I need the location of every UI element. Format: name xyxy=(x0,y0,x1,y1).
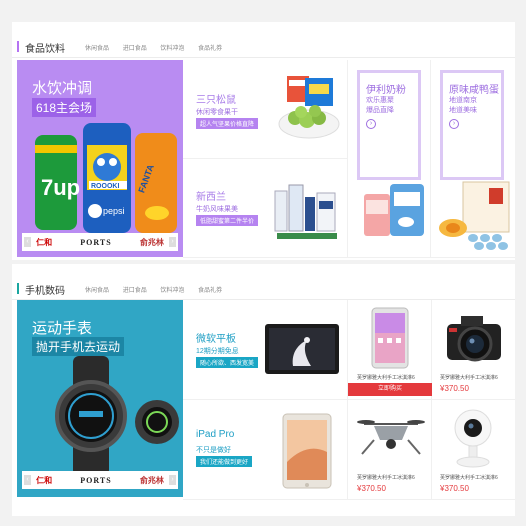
brand-logo[interactable]: 仁和 xyxy=(36,237,52,248)
product-price: ¥370.50 xyxy=(440,384,469,393)
brand-strip: ‹ 仁和 PORTS 俞兆林 › xyxy=(22,471,178,489)
section-title: 食品饮料 xyxy=(25,44,65,55)
promo-frame: 原味咸鸭蛋 地道南京 地道美味 › xyxy=(440,70,504,180)
promo-card-milk-powder[interactable]: 伊利奶粉 欢乐惠聚 爆品直降 › xyxy=(348,60,431,258)
brand-logo[interactable]: 俞兆林 xyxy=(140,475,164,486)
dslr-camera-image xyxy=(447,316,501,362)
can-label-pepsi: pepsi xyxy=(103,206,125,216)
section-title: 手机数码 xyxy=(25,286,65,297)
section-header: 手机数码 休闲食品 进口食品 饮料冲泡 食品礼券 xyxy=(12,264,515,300)
salted-egg-image xyxy=(439,181,510,250)
promo-title: 三只松鼠 xyxy=(196,95,236,106)
promo-subtitle: 爆品直降 xyxy=(366,107,394,114)
banner-headline: 运动手表 xyxy=(32,320,93,337)
next-arrow-icon[interactable]: › xyxy=(169,237,176,247)
category-nav: 休闲食品 进口食品 饮料冲泡 食品礼券 xyxy=(85,43,234,52)
prev-arrow-icon[interactable]: ‹ xyxy=(24,475,31,485)
android-tablet-image xyxy=(371,307,409,369)
product-card-tablet[interactable]: 芙罗娜雅大利手工冰淇淋6 立即购买 xyxy=(348,300,432,400)
promo-title: 原味咸鸭蛋 xyxy=(449,85,499,96)
promo-card-squirrel[interactable]: 三只松鼠 休闲零食果干 超人气坚果价格直降 xyxy=(183,60,348,159)
promo-subtitle: 休闲零食果干 xyxy=(196,109,238,116)
category-nav: 休闲食品 进口食品 饮料冲泡 食品礼券 xyxy=(85,285,234,294)
can-label-7up: 7up xyxy=(41,175,80,200)
nav-link[interactable]: 休闲食品 xyxy=(85,46,109,52)
promo-title: 微软平板 xyxy=(196,334,236,345)
can-label-rooki: ROOOKI xyxy=(91,183,119,190)
drone-image xyxy=(357,420,425,455)
buy-now-button[interactable]: 立即购买 xyxy=(348,383,432,396)
promo-subtitle: 12期分期免息 xyxy=(196,348,239,355)
product-card-camera[interactable]: 芙罗娜雅大利手工冰淇淋6 ¥370.50 xyxy=(431,300,515,400)
nav-link[interactable]: 进口食品 xyxy=(123,46,147,52)
brand-strip: ‹ 仁和 PORTS 俞兆林 › xyxy=(22,233,178,251)
product-name: 芙罗娜雅大利手工冰淇淋6 xyxy=(440,375,498,381)
promo-subtitle: 地道南京 xyxy=(449,97,477,104)
promo-subtitle: 不只是做好 xyxy=(196,447,231,454)
promo-title: 伊利奶粉 xyxy=(366,85,406,96)
section-header: 食品饮料 休闲食品 进口食品 饮料冲泡 食品礼券 xyxy=(12,22,515,58)
promo-tag: 我们还能做到更好 xyxy=(196,456,253,467)
surface-tablet-image xyxy=(265,324,339,374)
milk-boxes-image xyxy=(274,184,337,239)
food-section: 食品饮料 休闲食品 进口食品 饮料冲泡 食品礼券 水饮冲调 618主会场 7up… xyxy=(12,22,515,260)
promo-title: iPad Pro xyxy=(196,429,235,440)
product-name: 芙罗娜雅大利手工冰淇淋6 xyxy=(440,475,498,481)
nav-link[interactable]: 休闲食品 xyxy=(85,288,109,294)
soda-cans-image: 7up ROOOKI pepsi FANTA xyxy=(35,123,177,233)
title-accent-bar xyxy=(17,41,19,52)
product-card-webcam[interactable]: 芙罗娜雅大利手工冰淇淋6 ¥370.50 xyxy=(431,400,515,500)
promo-card-newzealand[interactable]: 新西兰 牛奶风味果美 低脂甜蜜第二件半价 xyxy=(183,159,348,258)
product-card-drone[interactable]: 芙罗娜雅大利手工冰淇淋6 ¥370.50 xyxy=(348,400,432,500)
brand-logo[interactable]: 俞兆林 xyxy=(140,237,164,248)
promo-card-ipad[interactable]: iPad Pro 不只是做好 我们还能做到更好 xyxy=(183,400,348,500)
promo-card-surface[interactable]: 微软平板 12期分期免息 随心所欲、西发宽美 xyxy=(183,300,348,400)
product-name: 芙罗娜雅大利手工冰淇淋6 xyxy=(357,475,415,481)
promo-tag: 低脂甜蜜第二件半价 xyxy=(196,215,259,226)
prev-arrow-icon[interactable]: ‹ xyxy=(24,237,31,247)
sports-watch-image xyxy=(55,356,179,476)
brand-logo[interactable]: PORTS xyxy=(80,238,111,247)
title-accent-bar xyxy=(17,283,19,294)
promo-frame: 伊利奶粉 欢乐惠聚 爆品直降 › xyxy=(357,70,421,180)
promo-subtitle: 牛奶风味果美 xyxy=(196,206,238,213)
next-arrow-icon[interactable]: › xyxy=(169,475,176,485)
nav-link[interactable]: 食品礼券 xyxy=(198,46,222,52)
ipad-image xyxy=(282,413,332,489)
banner-subheadline: 抛开手机去运动 xyxy=(32,337,125,356)
nav-link[interactable]: 食品礼券 xyxy=(198,288,222,294)
promo-subtitle: 欢乐惠聚 xyxy=(366,97,394,104)
promo-card-salted-egg[interactable]: 原味咸鸭蛋 地道南京 地道美味 › xyxy=(431,60,515,258)
promo-tag: 随心所欲、西发宽美 xyxy=(196,357,259,368)
food-banner[interactable]: 水饮冲调 618主会场 7up ROOOKI pepsi FANTA ‹ 仁和 … xyxy=(17,60,183,257)
promo-title: 新西兰 xyxy=(196,192,226,203)
chevron-right-icon[interactable]: › xyxy=(366,119,376,129)
milk-powder-image xyxy=(364,184,424,236)
product-price: ¥370.50 xyxy=(440,484,469,493)
promo-tag: 超人气坚果价格直降 xyxy=(196,118,259,129)
banner-headline: 水饮冲调 xyxy=(32,80,93,97)
digital-section: 手机数码 休闲食品 进口食品 饮料冲泡 食品礼券 运动手表 抛开手机去运动 ‹ … xyxy=(12,264,515,516)
product-price: ¥370.50 xyxy=(357,484,386,493)
security-camera-image xyxy=(454,409,492,468)
brand-logo[interactable]: 仁和 xyxy=(36,475,52,486)
product-name: 芙罗娜雅大利手工冰淇淋6 xyxy=(357,375,415,381)
nav-link[interactable]: 进口食品 xyxy=(123,288,147,294)
nuts-bowl-image xyxy=(278,76,340,139)
brand-logo[interactable]: PORTS xyxy=(80,476,111,485)
promo-subtitle: 地道美味 xyxy=(449,107,477,114)
digital-banner[interactable]: 运动手表 抛开手机去运动 ‹ 仁和 PORTS 俞兆林 › xyxy=(17,300,183,497)
nav-link[interactable]: 饮料冲泡 xyxy=(160,288,184,294)
chevron-right-icon[interactable]: › xyxy=(449,119,459,129)
nav-link[interactable]: 饮料冲泡 xyxy=(160,46,184,52)
